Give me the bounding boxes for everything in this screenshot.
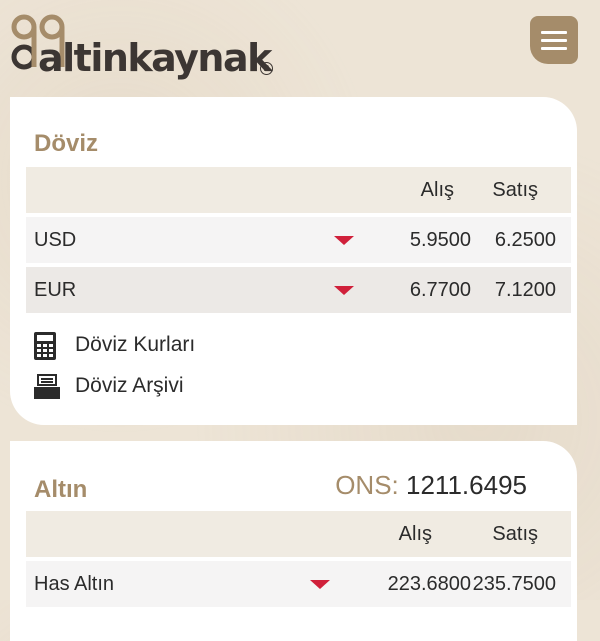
registered-mark-icon: R — [260, 62, 273, 75]
satis-value: 235.7500 — [472, 573, 556, 595]
doviz-kurlari-link[interactable]: Döviz Kurları — [34, 330, 195, 360]
currency-name: EUR — [34, 279, 77, 301]
ons-value: 1211.6495 — [406, 470, 527, 500]
brand-logo[interactable]: altinkaynak R — [10, 12, 280, 78]
doviz-arsivi-link[interactable]: Döviz Arşivi — [34, 371, 184, 401]
down-arrow-icon — [334, 286, 354, 295]
ons-price: ONS: 1211.6495 — [335, 470, 527, 501]
table-row[interactable]: Has Altın 223.6800 235.7500 — [26, 561, 571, 607]
altin-table-header: Alış Satış — [26, 511, 571, 557]
currency-name: USD — [34, 229, 77, 251]
doviz-kurlari-label: Döviz Kurları — [75, 333, 196, 356]
satis-value: 7.1200 — [494, 279, 556, 301]
altin-title: Altın — [34, 476, 88, 503]
column-header-satis: Satış — [492, 523, 538, 545]
ons-label: ONS: — [335, 470, 399, 500]
column-header-alis: Alış — [420, 179, 454, 201]
doviz-title: Döviz — [34, 130, 99, 157]
down-arrow-icon — [334, 236, 354, 245]
hamburger-menu-icon-line — [541, 46, 567, 50]
alis-value: 223.6800 — [387, 573, 471, 595]
table-row[interactable]: EUR 6.7700 7.1200 — [26, 267, 571, 313]
alis-value: 5.9500 — [409, 229, 471, 251]
hamburger-menu-button[interactable] — [530, 16, 578, 64]
hamburger-menu-icon-line — [541, 30, 567, 34]
doviz-table-header: Alış Satış — [26, 167, 571, 213]
column-header-satis: Satış — [492, 179, 538, 201]
satis-value: 6.2500 — [494, 229, 556, 251]
brand-name: altinkaynak — [38, 36, 272, 80]
doviz-card: Döviz Alış Satış USD 5.9500 6.2500 EUR 6… — [10, 97, 577, 425]
gold-type-name: Has Altın — [34, 573, 115, 595]
calculator-icon — [34, 332, 56, 360]
archive-icon — [34, 373, 60, 399]
doviz-arsivi-label: Döviz Arşivi — [75, 374, 184, 397]
down-arrow-icon — [310, 580, 330, 589]
column-header-alis: Alış — [398, 523, 432, 545]
alis-value: 6.7700 — [409, 279, 471, 301]
altin-card: Altın ONS: 1211.6495 Alış Satış Has Altı… — [10, 441, 577, 641]
hamburger-menu-icon-line — [541, 38, 567, 42]
table-row[interactable]: USD 5.9500 6.2500 — [26, 217, 571, 263]
